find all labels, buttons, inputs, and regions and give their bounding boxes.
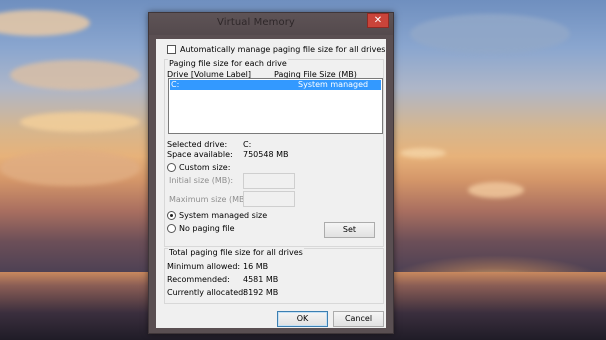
close-button[interactable]: ✕ [367,13,389,28]
custom-size-label: Custom size: [179,163,231,172]
selected-drive-value: C: [243,140,252,149]
group-label: Paging file size for each drive [168,59,288,68]
title-bar[interactable]: Virtual Memory ✕ [149,13,393,35]
drive-listbox[interactable]: C: System managed [168,78,383,134]
no-paging-radio[interactable] [167,224,176,233]
cloud [0,150,140,186]
currently-allocated-label: Currently allocated: [167,288,246,297]
total-paging-group: Total paging file size for all drives Mi… [164,248,384,304]
recommended-value: 4581 MB [243,275,279,284]
drive-letter: C: [171,80,180,89]
custom-size-option[interactable]: Custom size: [167,163,230,172]
cancel-button[interactable]: Cancel [333,311,384,327]
maximum-size-label: Maximum size (MB): [169,195,251,204]
maximum-size-field[interactable] [243,191,295,207]
space-available-value: 750548 MB [243,150,289,159]
dialog-body: Automatically manage paging file size fo… [156,39,386,328]
auto-manage-checkbox[interactable] [167,45,176,54]
cloud [0,10,90,36]
list-item[interactable]: C: System managed [170,80,381,90]
cloud [410,14,570,54]
system-managed-label: System managed size [179,211,268,220]
space-available-label: Space available: [167,150,233,159]
ok-button[interactable]: OK [277,311,328,327]
initial-size-label: Initial size (MB): [169,176,234,185]
cloud [400,148,446,158]
minimum-allowed-value: 16 MB [243,262,269,271]
auto-manage-checkbox-row[interactable]: Automatically manage paging file size fo… [167,45,385,54]
paging-per-drive-group: Paging file size for each drive Drive [V… [164,59,384,247]
auto-manage-label: Automatically manage paging file size fo… [180,45,386,54]
no-paging-label: No paging file [179,224,235,233]
custom-size-radio[interactable] [167,163,176,172]
set-button[interactable]: Set [324,222,375,238]
group-label: Total paging file size for all drives [168,248,304,257]
recommended-label: Recommended: [167,275,230,284]
currently-allocated-value: 8192 MB [243,288,279,297]
no-paging-option[interactable]: No paging file [167,224,235,233]
selected-drive-label: Selected drive: [167,140,228,149]
drive-paging-size: System managed [298,80,369,89]
cloud [468,182,524,198]
window-title: Virtual Memory [217,17,295,28]
system-managed-radio[interactable] [167,211,176,220]
cloud [20,112,140,132]
system-managed-option[interactable]: System managed size [167,211,267,220]
cloud [10,60,140,90]
minimum-allowed-label: Minimum allowed: [167,262,241,271]
close-icon: ✕ [373,15,383,26]
initial-size-field[interactable] [243,173,295,189]
virtual-memory-dialog: Virtual Memory ✕ Automatically manage pa… [148,12,394,334]
